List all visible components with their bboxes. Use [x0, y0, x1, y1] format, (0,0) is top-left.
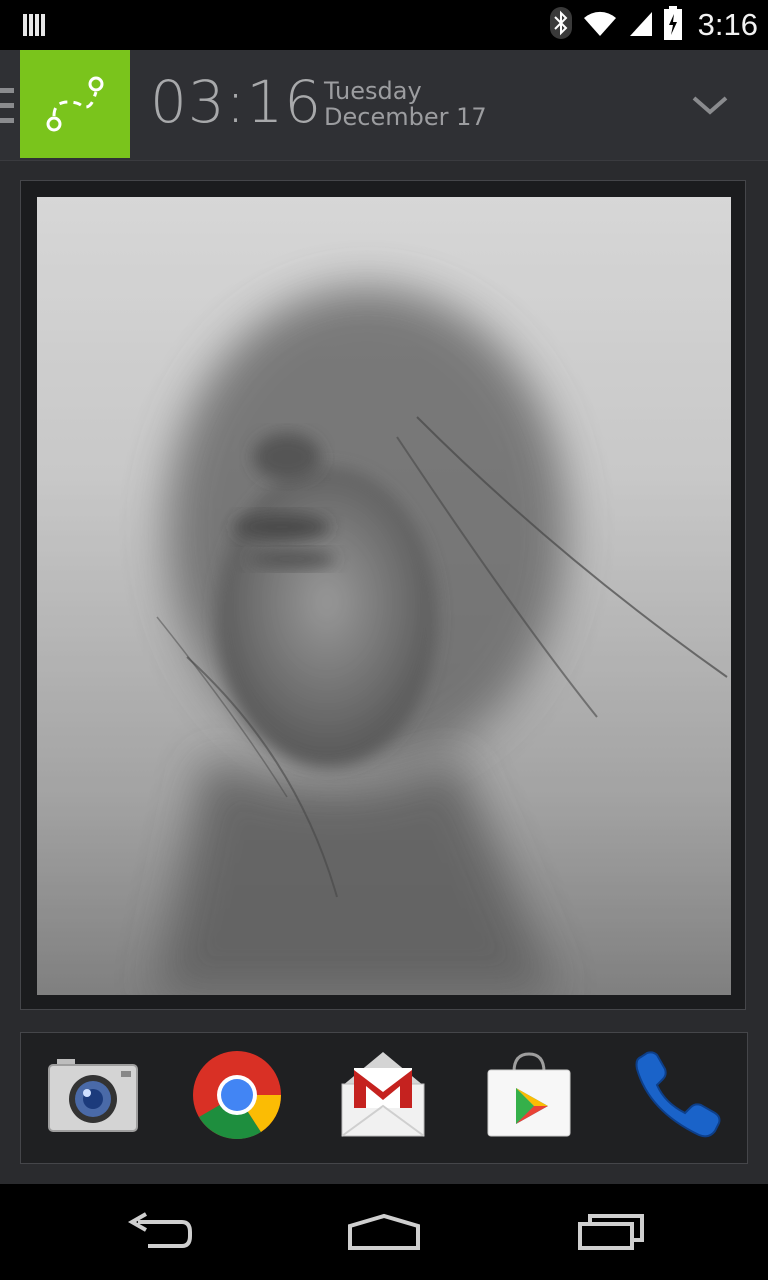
chevron-down-icon[interactable] — [688, 90, 732, 120]
phone-app[interactable] — [625, 1047, 725, 1147]
date-block: Tuesday December 17 — [324, 78, 487, 130]
play-store-icon[interactable] — [484, 1050, 574, 1144]
play-store-app[interactable] — [479, 1047, 579, 1147]
foggy-portrait-photo[interactable] — [37, 197, 731, 995]
gmail-icon[interactable] — [338, 1050, 428, 1144]
back-icon[interactable] — [104, 1202, 214, 1262]
bluetooth-icon — [549, 7, 572, 43]
cell-signal-icon — [628, 8, 654, 42]
clock-widget-header: 03:16 Tuesday December 17 — [0, 50, 768, 161]
chrome-app[interactable] — [187, 1047, 287, 1147]
battery-charging-icon — [663, 6, 682, 44]
wifi-icon — [582, 8, 618, 42]
app-dock — [20, 1032, 748, 1164]
photo-widget[interactable] — [20, 180, 746, 1010]
gmail-app[interactable] — [333, 1047, 433, 1147]
chrome-icon[interactable] — [191, 1049, 283, 1145]
route-path-icon[interactable] — [20, 50, 130, 158]
signal-bars-icon — [22, 12, 48, 42]
status-bar: 3:16 — [0, 0, 768, 50]
recents-icon[interactable] — [556, 1202, 666, 1262]
day-label: Tuesday — [324, 77, 422, 105]
status-time: 3:16 — [697, 7, 758, 42]
camera-app[interactable] — [43, 1047, 143, 1147]
home-icon[interactable] — [329, 1202, 439, 1262]
clock-time: 03:16 — [150, 68, 323, 136]
menu-handle-icon[interactable] — [0, 86, 14, 130]
phone-icon[interactable] — [629, 1049, 721, 1145]
date-label: December 17 — [324, 103, 487, 131]
camera-icon[interactable] — [47, 1057, 139, 1137]
navigation-bar — [0, 1184, 768, 1280]
